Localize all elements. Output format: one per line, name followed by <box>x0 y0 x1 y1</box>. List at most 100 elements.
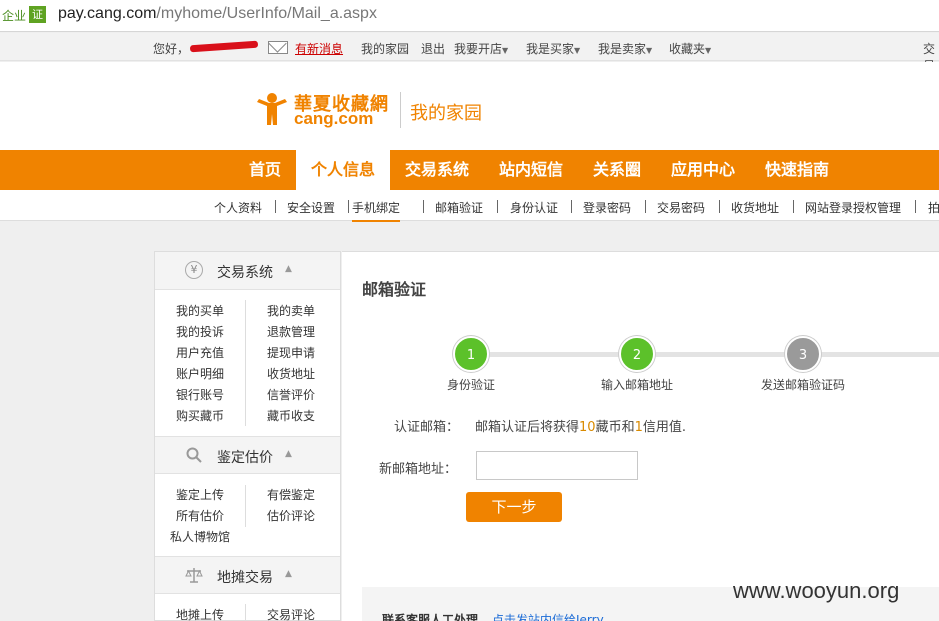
subnav-phone-binding[interactable]: 手机绑定 <box>352 199 401 222</box>
sidebar-link[interactable]: 收货地址 <box>267 365 315 382</box>
nav-site-messages[interactable]: 站内短信 <box>499 150 563 190</box>
new-email-input[interactable] <box>476 451 638 480</box>
new-message-link[interactable]: 有新消息 <box>295 40 343 57</box>
column-divider <box>245 485 246 527</box>
favorites-label: 收藏夹 <box>669 42 706 56</box>
site-topbar: 您好， 有新消息 我的家园 退出 我要开店▼ 我是买家▼ 我是卖家▼ 收藏夹▼ … <box>0 33 939 73</box>
sidebar-section-title: 地摊交易 <box>217 570 273 586</box>
verify-reward-text: 邮箱认证后将获得10藏币和1信用值. <box>475 416 686 435</box>
subnav-auction-cut[interactable]: 拍 <box>928 199 939 216</box>
redacted-username <box>189 40 259 53</box>
sidebar-link[interactable]: 购买藏币 <box>176 407 224 424</box>
main-nav: 首页 个人信息 交易系统 站内短信 关系圈 应用中心 快速指南 <box>0 150 939 190</box>
favorites-menu[interactable]: 收藏夹▼ <box>669 40 711 57</box>
main-content: 邮箱验证 1 2 3 身份验证 输入邮箱地址 发送邮箱验证码 认证邮箱： 邮箱认… <box>342 251 939 621</box>
reward-coins-value: 10 <box>579 420 596 435</box>
sidebar-section-appraise[interactable]: 鉴定估价 ▲ <box>155 436 340 474</box>
sidebar-link[interactable]: 所有估价 <box>176 507 224 524</box>
subnav-address[interactable]: 收货地址 <box>731 199 779 216</box>
step-3-label: 发送邮箱验证码 <box>761 378 846 392</box>
chevron-down-icon: ▼ <box>574 46 581 55</box>
column-divider <box>245 300 246 426</box>
url-host: pay.cang.com <box>58 5 157 22</box>
open-shop-menu[interactable]: 我要开店▼ <box>454 40 508 57</box>
my-home-link[interactable]: 我的家园 <box>361 40 409 57</box>
step-1-label: 身份验证 <box>447 378 496 392</box>
sidebar-link[interactable]: 退款管理 <box>267 323 315 340</box>
sidebar-link[interactable]: 地摊上传 <box>176 606 224 621</box>
column-divider <box>245 604 246 621</box>
nav-trade-system[interactable]: 交易系统 <box>405 150 469 190</box>
url-path: /myhome/UserInfo/Mail_a.aspx <box>156 5 377 22</box>
subnav-divider <box>793 200 794 213</box>
contact-support-link[interactable]: 点击发站内信给Jerry <box>492 611 604 621</box>
sidebar-link[interactable]: 私人博物馆 <box>170 528 230 545</box>
step-progress-track <box>471 352 939 357</box>
subnav-divider <box>348 200 349 213</box>
sidebar-link[interactable]: 我的投诉 <box>176 323 224 340</box>
envelope-icon[interactable] <box>268 41 288 54</box>
certificate-icon: 证 <box>29 6 46 23</box>
subnav-divider <box>275 200 276 213</box>
seller-menu[interactable]: 我是卖家▼ <box>598 40 652 57</box>
subnav-divider <box>719 200 720 213</box>
buyer-menu[interactable]: 我是买家▼ <box>526 40 580 57</box>
subnav-profile[interactable]: 个人资料 <box>214 199 262 216</box>
chevron-down-icon: ▼ <box>502 46 509 55</box>
page-title: 邮箱验证 <box>362 280 427 299</box>
nav-app-center[interactable]: 应用中心 <box>671 150 735 190</box>
chevron-up-icon: ▲ <box>285 569 292 579</box>
greeting-text: 您好， <box>153 42 190 56</box>
sidebar-link[interactable]: 有偿鉴定 <box>267 486 315 503</box>
reward-text-mid: 藏币和 <box>595 420 635 435</box>
subnav-trade-password[interactable]: 交易密码 <box>657 199 705 216</box>
sub-nav: 个人资料 安全设置 手机绑定 邮箱验证 身份认证 登录密码 交易密码 收货地址 … <box>0 190 939 222</box>
browser-address-bar: 企业 证 pay.cang.com/myhome/UserInfo/Mail_a… <box>0 0 939 32</box>
subnav-divider <box>915 200 916 213</box>
subnav-divider <box>571 200 572 213</box>
verify-email-label: 认证邮箱： <box>394 420 460 435</box>
reward-credit-value: 1 <box>634 420 643 435</box>
section-title: 我的家园 <box>410 103 482 124</box>
chevron-down-icon: ▼ <box>705 46 712 55</box>
sidebar-link[interactable]: 我的买单 <box>176 302 224 319</box>
logo-domain-text[interactable]: cang.com <box>294 109 373 129</box>
step-1-circle: 1 <box>453 336 489 372</box>
chevron-down-icon: ▼ <box>646 46 653 55</box>
subnav-login-authorization[interactable]: 网站登录授权管理 <box>805 199 901 216</box>
subnav-divider <box>497 200 498 213</box>
chevron-up-icon: ▲ <box>285 264 292 274</box>
url-field[interactable]: pay.cang.com/myhome/UserInfo/Mail_a.aspx <box>58 5 377 23</box>
nav-personal-info[interactable]: 个人信息 <box>296 150 390 190</box>
sidebar-section-stall[interactable]: 地摊交易 ▲ <box>155 556 340 594</box>
subnav-email-verify[interactable]: 邮箱验证 <box>435 199 483 216</box>
enterprise-badge-label: 企业 <box>2 9 27 23</box>
open-shop-label: 我要开店 <box>454 42 503 56</box>
step-3-circle: 3 <box>785 336 821 372</box>
nav-home[interactable]: 首页 <box>249 150 281 190</box>
sidebar-link[interactable]: 藏币收支 <box>267 407 315 424</box>
sidebar-link[interactable]: 银行账号 <box>176 386 224 403</box>
reward-text-post: 信用值. <box>642 420 686 435</box>
next-step-button[interactable]: 下一步 <box>466 492 562 522</box>
magnifier-icon <box>185 446 203 464</box>
subnav-id-auth[interactable]: 身份认证 <box>510 199 558 216</box>
sidebar-link[interactable]: 我的卖单 <box>267 302 315 319</box>
nav-relationships[interactable]: 关系圈 <box>593 150 641 190</box>
site-header: 華夏收藏網 cang.com 我的家园 <box>0 62 939 150</box>
sidebar: ¥ 交易系统 ▲ 我的买单 我的投诉 用户充值 账户明细 银行账号 购买藏币 我… <box>154 251 341 621</box>
subnav-login-password[interactable]: 登录密码 <box>583 199 631 216</box>
sidebar-link[interactable]: 信誉评价 <box>267 386 315 403</box>
nav-quick-guide[interactable]: 快速指南 <box>765 150 829 190</box>
sidebar-section-trade[interactable]: ¥ 交易系统 ▲ <box>155 252 340 290</box>
subnav-security[interactable]: 安全设置 <box>287 199 335 216</box>
sidebar-link[interactable]: 提现申请 <box>267 344 315 361</box>
logout-link[interactable]: 退出 <box>421 40 445 57</box>
reward-text-pre: 邮箱认证后将获得 <box>475 420 580 435</box>
sidebar-link[interactable]: 账户明细 <box>176 365 224 382</box>
sidebar-link[interactable]: 估价评论 <box>267 507 315 524</box>
sidebar-link[interactable]: 用户充值 <box>176 344 224 361</box>
logo-person-icon[interactable] <box>255 92 289 126</box>
sidebar-link[interactable]: 鉴定上传 <box>176 486 224 503</box>
sidebar-link[interactable]: 交易评论 <box>267 606 315 621</box>
